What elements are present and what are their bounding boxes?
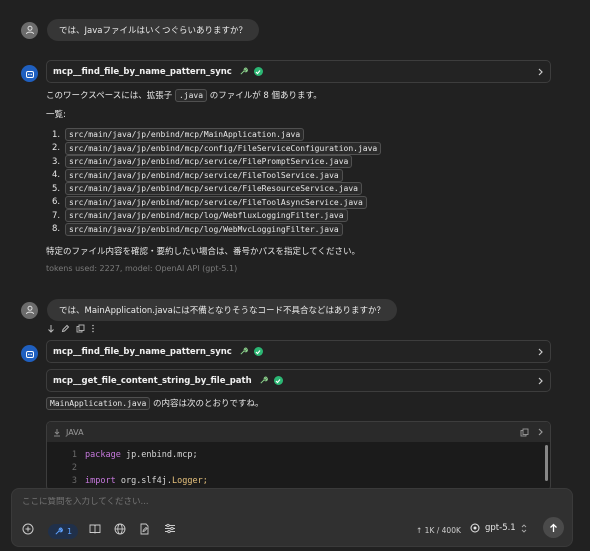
send-button[interactable] bbox=[543, 517, 564, 538]
globe-icon[interactable] bbox=[114, 523, 126, 535]
success-check-icon bbox=[253, 347, 263, 356]
list-heading: 一覧: bbox=[46, 110, 66, 120]
assistant-reply-2: MainApplication.java の内容は次のとおりですね。 bbox=[46, 397, 264, 410]
code-block: JAVA 1 package jp.enbind.mcp; 2 3 import o… bbox=[46, 421, 551, 491]
chevron-right-icon[interactable] bbox=[537, 428, 544, 436]
reply-text: の内容は次のとおりですね。 bbox=[153, 399, 264, 409]
message-composer: 1 ↑ 1K / 400K gpt-5.1 bbox=[11, 488, 573, 547]
code-line: 1 package jp.enbind.mcp; bbox=[71, 450, 198, 460]
code-block-header: JAVA bbox=[47, 422, 550, 442]
download-icon[interactable] bbox=[53, 428, 61, 437]
chevron-right-icon[interactable] bbox=[537, 377, 544, 385]
token-usage-meta: tokens used: 2227, model: OpenAI API (gp… bbox=[46, 264, 238, 273]
document-edit-icon[interactable] bbox=[139, 523, 150, 535]
copy-icon[interactable] bbox=[76, 324, 85, 336]
list-item: 6. src/main/java/jp/enbind/mcp/service/Fi… bbox=[52, 195, 381, 210]
success-check-icon bbox=[253, 67, 263, 76]
copy-code-icon[interactable] bbox=[520, 428, 529, 437]
add-icon[interactable] bbox=[22, 523, 34, 535]
list-item: 8. src/main/java/jp/enbind/mcp/log/WebMvc… bbox=[52, 222, 381, 237]
book-icon[interactable] bbox=[89, 523, 101, 534]
tools-toggle-button[interactable]: 1 bbox=[48, 524, 79, 539]
tool-call-card[interactable]: mcp__find_file_by_name_pattern_sync bbox=[46, 60, 551, 83]
arrow-down-icon[interactable] bbox=[47, 324, 55, 336]
user-avatar bbox=[21, 301, 38, 319]
user-message-text: では、MainApplication.javaには不備となりそうなコード不具合な… bbox=[47, 299, 398, 321]
chevron-right-icon[interactable] bbox=[537, 348, 544, 356]
user-message-2: では、MainApplication.javaには不備となりそうなコード不具合な… bbox=[21, 299, 398, 321]
chevron-right-icon[interactable] bbox=[537, 68, 544, 76]
code-language: JAVA bbox=[66, 427, 84, 437]
success-check-icon bbox=[273, 376, 283, 385]
file-path: src/main/java/jp/enbind/mcp/service/File… bbox=[65, 195, 367, 209]
reply-footer: 特定のファイル内容を確認・要約したい場合は、番号かパスを指定してください。 bbox=[46, 247, 360, 257]
code-scrollbar[interactable] bbox=[545, 445, 548, 481]
message-actions bbox=[47, 324, 95, 336]
file-path: src/main/java/jp/enbind/mcp/service/File… bbox=[65, 182, 362, 196]
file-path: src/main/java/jp/enbind/mcp/service/File… bbox=[65, 168, 343, 182]
tool-call-name: mcp__get_file_content_string_by_file_pat… bbox=[53, 375, 252, 386]
reply-text: のファイルが 8 個あります。 bbox=[209, 91, 322, 101]
arrow-up-icon bbox=[549, 523, 558, 533]
file-path: src/main/java/jp/enbind/mcp/config/FileS… bbox=[65, 141, 382, 155]
assistant-avatar bbox=[21, 65, 38, 82]
file-path: src/main/java/jp/enbind/mcp/MainApplicat… bbox=[65, 128, 305, 142]
chevron-updown-icon bbox=[521, 523, 527, 533]
sliders-icon[interactable] bbox=[164, 523, 176, 534]
chat-input[interactable] bbox=[22, 497, 522, 507]
reply-text: このワークスペースには、拡張子 bbox=[46, 91, 173, 101]
list-item: 5. src/main/java/jp/enbind/mcp/service/Fi… bbox=[52, 182, 381, 196]
assistant-avatar bbox=[21, 345, 38, 362]
tool-count: 1 bbox=[67, 527, 73, 536]
wrench-icon bbox=[239, 347, 248, 356]
wrench-icon bbox=[239, 67, 248, 76]
assistant-reply-intro: このワークスペースには、拡張子 .java のファイルが 8 個あります。 bbox=[46, 89, 322, 102]
model-selector[interactable]: gpt-5.1 bbox=[470, 523, 527, 533]
tool-call-card[interactable]: mcp__get_file_content_string_by_file_pat… bbox=[46, 369, 551, 392]
list-item: 1. src/main/java/jp/enbind/mcp/MainApplic… bbox=[52, 128, 381, 142]
file-path: src/main/java/jp/enbind/mcp/log/WebfluxL… bbox=[65, 209, 348, 223]
bot-icon bbox=[25, 350, 34, 358]
user-message-1: では、Javaファイルはいくつぐらいありますか？ bbox=[21, 19, 259, 41]
list-item: 2. src/main/java/jp/enbind/mcp/config/Fil… bbox=[52, 141, 382, 156]
file-path: src/main/java/jp/enbind/mcp/log/WebMvcLo… bbox=[65, 222, 343, 236]
list-item: 4. src/main/java/jp/enbind/mcp/service/Fi… bbox=[52, 168, 381, 183]
token-counter: ↑ 1K / 400K bbox=[416, 526, 461, 535]
tool-call-card[interactable]: mcp__find_file_by_name_pattern_sync bbox=[46, 340, 551, 363]
edit-icon[interactable] bbox=[61, 324, 70, 336]
tool-call-name: mcp__find_file_by_name_pattern_sync bbox=[53, 66, 232, 77]
list-item: 7. src/main/java/jp/enbind/mcp/log/Webflu… bbox=[52, 209, 381, 223]
more-icon[interactable] bbox=[91, 324, 95, 336]
inline-code-extension: .java bbox=[174, 89, 208, 102]
inline-code-filename: MainApplication.java bbox=[46, 397, 151, 410]
file-path: src/main/java/jp/enbind/mcp/service/File… bbox=[65, 155, 353, 169]
user-icon bbox=[25, 305, 34, 315]
user-icon bbox=[25, 25, 34, 35]
user-avatar bbox=[21, 21, 38, 39]
file-list: 1. src/main/java/jp/enbind/mcp/MainApplic… bbox=[52, 128, 382, 237]
list-item: 3. src/main/java/jp/enbind/mcp/service/Fi… bbox=[52, 155, 381, 169]
model-name: gpt-5.1 bbox=[485, 523, 516, 533]
wrench-icon bbox=[259, 376, 268, 385]
user-message-text: では、Javaファイルはいくつぐらいありますか？ bbox=[47, 19, 259, 41]
bot-icon bbox=[25, 70, 34, 78]
tool-call-name: mcp__find_file_by_name_pattern_sync bbox=[53, 346, 232, 357]
wrench-icon bbox=[54, 527, 63, 536]
code-line: 2 bbox=[71, 463, 77, 473]
code-body: 1 package jp.enbind.mcp; 2 3 import org.sl… bbox=[47, 442, 550, 489]
openai-icon bbox=[470, 523, 480, 533]
